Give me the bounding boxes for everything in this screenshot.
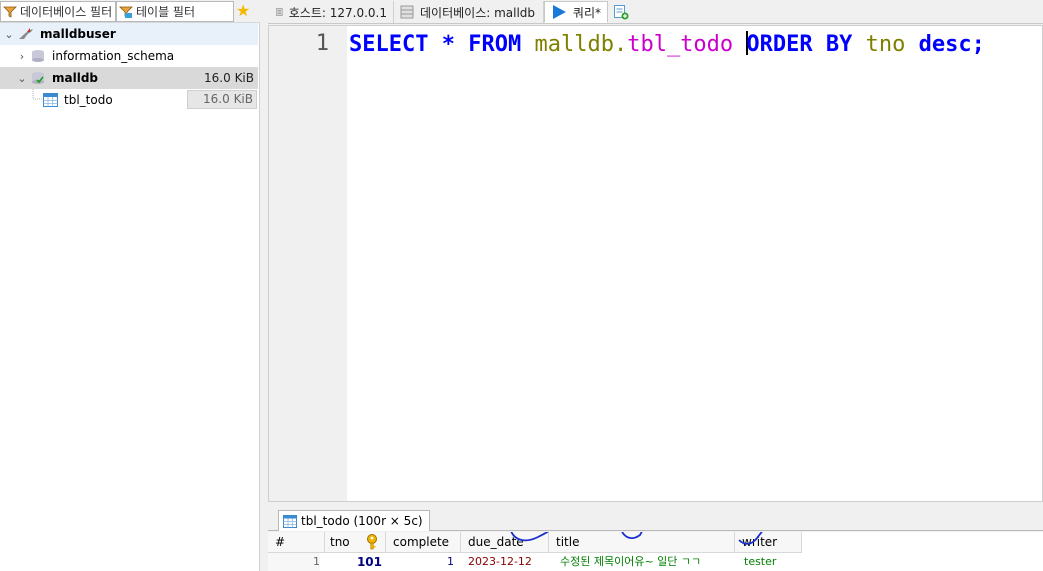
grid-icon xyxy=(283,514,297,528)
main-tab-bar: 호스트: 127.0.0.1 데이터베이스: malldb 쿼리* xyxy=(268,0,1043,24)
database-icon xyxy=(400,5,414,19)
chevron-down-icon[interactable]: ⌄ xyxy=(17,72,27,85)
database-name: information_schema xyxy=(52,49,175,63)
cell-title[interactable]: 수정된 제목이어유~ 일단 ㄱㄱ xyxy=(560,553,701,571)
column-header-writer[interactable]: writer xyxy=(735,532,802,553)
result-tab-bar: tbl_todo (100r × 5c) xyxy=(268,504,1043,531)
sql-keyword: desc xyxy=(918,32,972,57)
result-tab-tbl-todo[interactable]: tbl_todo (100r × 5c) xyxy=(278,510,430,531)
cell-complete[interactable]: 1 xyxy=(386,553,454,571)
column-header-complete[interactable]: complete xyxy=(386,532,461,553)
cell-writer[interactable]: tester xyxy=(744,553,776,571)
tab-host[interactable]: 호스트: 127.0.0.1 xyxy=(270,1,394,23)
play-icon xyxy=(552,5,566,19)
heidisql-window: 데이터베이스 필터 테이블 필터 ★ ⌄ malldbuser › inform… xyxy=(0,0,1043,571)
sql-table-name: tbl_todo xyxy=(627,32,734,57)
tree-item-information-schema[interactable]: › information_schema xyxy=(0,45,258,67)
sql-keyword: SELECT xyxy=(349,32,429,57)
table-name: tbl_todo xyxy=(64,93,113,107)
tab-query-label: 쿼리* xyxy=(572,5,601,20)
database-icon xyxy=(32,50,44,62)
row-index: 1 xyxy=(268,553,320,571)
column-header-due-date[interactable]: due_date xyxy=(461,532,549,553)
favorites-star-icon[interactable]: ★ xyxy=(236,3,250,19)
table-icon xyxy=(43,93,58,107)
session-name: malldbuser xyxy=(40,27,116,41)
sql-keyword: ORDER xyxy=(746,32,813,57)
result-grid[interactable]: # tno complete due_date title writer 1 1… xyxy=(268,532,1043,571)
sql-operator: * xyxy=(441,32,455,57)
column-header-title[interactable]: title xyxy=(549,532,735,553)
database-tree-panel: 데이터베이스 필터 테이블 필터 ★ ⌄ malldbuser › inform… xyxy=(0,0,260,571)
tab-database-label: 데이터베이스: malldb xyxy=(420,5,536,20)
database-filter-input[interactable]: 데이터베이스 필터 xyxy=(0,1,116,22)
chevron-down-icon[interactable]: ⌄ xyxy=(4,28,14,41)
sql-code-line[interactable]: SELECT * FROM malldb.tbl_todo ORDER BY t… xyxy=(349,31,985,59)
database-size: 16.0 KiB xyxy=(204,71,254,85)
filter-bar: 데이터베이스 필터 테이블 필터 ★ xyxy=(0,0,260,23)
filter-icon xyxy=(119,6,133,18)
filter-icon xyxy=(3,6,17,18)
sql-keyword: BY xyxy=(825,32,853,57)
database-icon xyxy=(32,72,44,84)
line-number: 1 xyxy=(315,31,329,56)
panel-splitter[interactable] xyxy=(261,0,268,571)
column-header-label: tno xyxy=(330,535,350,549)
column-header-tno[interactable]: tno xyxy=(325,532,386,553)
tree-item-tbl-todo[interactable]: tbl_todo 16.0 KiB xyxy=(0,89,258,111)
sql-identifier: malldb xyxy=(534,32,614,57)
sql-semicolon: ; xyxy=(971,32,985,57)
sql-dot: . xyxy=(613,32,628,57)
table-size: 16.0 KiB xyxy=(187,90,257,109)
sql-keyword: FROM xyxy=(468,32,522,57)
table-filter-placeholder: 테이블 필터 xyxy=(136,5,196,19)
sql-identifier: tno xyxy=(865,32,906,57)
database-name: malldb xyxy=(52,71,99,85)
sql-editor[interactable]: 1 SELECT * FROM malldb.tbl_todo ORDER BY… xyxy=(268,25,1043,502)
result-tab-label: tbl_todo (100r × 5c) xyxy=(301,514,423,528)
tree-item-session[interactable]: ⌄ malldbuser xyxy=(0,23,258,45)
tab-database[interactable]: 데이터베이스: malldb xyxy=(394,1,544,23)
server-icon xyxy=(276,8,283,16)
cell-tno[interactable]: 101 xyxy=(325,553,382,571)
primary-key-icon xyxy=(367,534,377,550)
tab-host-label: 호스트: 127.0.0.1 xyxy=(288,5,387,20)
database-filter-placeholder: 데이터베이스 필터 xyxy=(20,5,113,19)
table-filter-input[interactable]: 테이블 필터 xyxy=(116,1,234,22)
line-number-gutter: 1 xyxy=(269,26,347,501)
new-query-tab-icon[interactable] xyxy=(613,4,629,20)
cell-due-date[interactable]: 2023-12-12 xyxy=(468,553,532,571)
dolphin-icon xyxy=(19,28,33,39)
chevron-right-icon[interactable]: › xyxy=(17,50,27,63)
column-header-index[interactable]: # xyxy=(268,532,325,553)
tab-query[interactable]: 쿼리* xyxy=(544,1,608,23)
tree-item-malldb[interactable]: ⌄ malldb 16.0 KiB xyxy=(0,67,258,89)
